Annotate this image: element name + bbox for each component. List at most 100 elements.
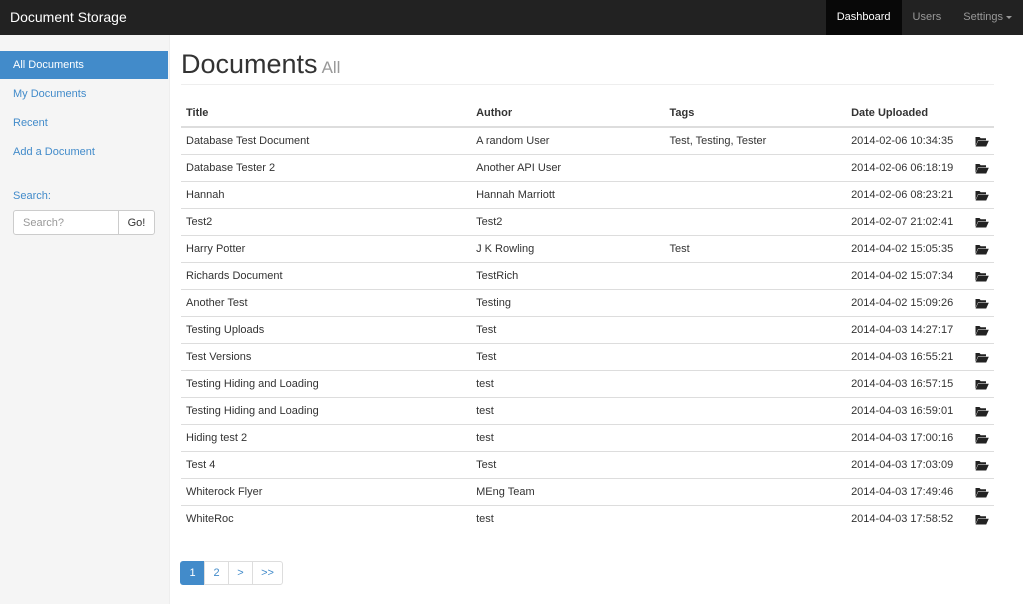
folder-open-icon[interactable] xyxy=(975,271,989,282)
cell-actions xyxy=(969,316,994,344)
table-row[interactable]: Database Tester 2 Another API User 2014-02… xyxy=(181,154,994,182)
cell-title: Hiding test 2 xyxy=(181,424,472,452)
folder-open-icon[interactable] xyxy=(975,163,989,174)
table-row[interactable]: Richards Document TestRich 2014-04-02 15:0… xyxy=(181,262,994,290)
cell-title: Test Versions xyxy=(181,343,472,371)
cell-author: Hannah Marriott xyxy=(471,181,665,209)
folder-open-icon[interactable] xyxy=(975,433,989,444)
top-navbar: Document Storage Dashboard Users Setting… xyxy=(0,0,1023,35)
folder-open-icon[interactable] xyxy=(975,298,989,309)
cell-title: Hannah xyxy=(181,181,472,209)
cell-tags xyxy=(664,424,847,452)
top-nav: Dashboard Users Settings xyxy=(825,0,1023,35)
table-row[interactable]: WhiteRoc test 2014-04-03 17:58:52 xyxy=(181,505,994,532)
table-row[interactable]: Another Test Testing 2014-04-02 15:09:26 xyxy=(181,289,994,317)
cell-tags xyxy=(664,154,847,182)
cell-title: Database Tester 2 xyxy=(181,154,472,182)
last-page-button[interactable]: >> xyxy=(252,561,283,585)
cell-actions xyxy=(969,181,994,209)
cell-tags xyxy=(664,208,847,236)
page-title: Documents xyxy=(181,49,318,79)
cell-title: Test2 xyxy=(181,208,472,236)
cell-title: Harry Potter xyxy=(181,235,472,263)
table-row[interactable]: Test2 Test2 2014-02-07 21:02:41 xyxy=(181,208,994,236)
search-input[interactable] xyxy=(13,210,119,235)
folder-open-icon[interactable] xyxy=(975,325,989,336)
folder-open-icon[interactable] xyxy=(975,379,989,390)
cell-date-uploaded: 2014-04-02 15:05:35 xyxy=(846,235,970,263)
cell-actions xyxy=(969,289,994,317)
sidebar: All Documents My Documents Recent Add a … xyxy=(0,35,170,604)
table-row[interactable]: Hiding test 2 test 2014-04-03 17:00:16 xyxy=(181,424,994,452)
cell-tags xyxy=(664,343,847,371)
cell-date-uploaded: 2014-04-03 17:49:46 xyxy=(846,478,970,506)
table-row[interactable]: Testing Hiding and Loading test 2014-04-03… xyxy=(181,370,994,398)
nav-dashboard[interactable]: Dashboard xyxy=(825,0,902,35)
cell-title: Testing Hiding and Loading xyxy=(181,397,472,425)
table-body: Database Test Document A random User Test,… xyxy=(181,127,994,532)
cell-title: Database Test Document xyxy=(186,135,310,147)
sidebar-item-recent[interactable]: Recent xyxy=(0,109,168,137)
table-row[interactable]: Whiterock Flyer MEng Team 2014-04-03 17:49… xyxy=(181,478,994,506)
page-2-button[interactable]: 2 xyxy=(204,561,229,585)
folder-open-icon[interactable] xyxy=(975,244,989,255)
cell-date-uploaded: 2014-04-03 17:00:16 xyxy=(846,424,970,452)
folder-open-icon[interactable] xyxy=(975,190,989,201)
cell-actions xyxy=(969,154,994,182)
cell-date-uploaded: 2014-04-03 16:57:15 xyxy=(846,370,970,398)
cell-title: Testing Uploads xyxy=(181,316,472,344)
cell-date-uploaded: 2014-04-03 16:55:21 xyxy=(846,343,970,371)
folder-open-icon[interactable] xyxy=(975,217,989,228)
folder-open-icon[interactable] xyxy=(975,136,989,147)
cell-tags xyxy=(664,397,847,425)
table-row[interactable]: Testing Hiding and Loading test 2014-04-03… xyxy=(181,397,994,425)
column-header-title: Title xyxy=(181,100,472,128)
cell-actions xyxy=(969,208,994,236)
nav-settings[interactable]: Settings xyxy=(952,0,1023,35)
table-row[interactable]: Test 4 Test 2014-04-03 17:03:09 xyxy=(181,451,994,479)
cell-author: Test xyxy=(471,316,665,344)
cell-author: A random User xyxy=(476,135,550,147)
folder-open-icon[interactable] xyxy=(975,460,989,471)
folder-open-icon[interactable] xyxy=(975,514,989,525)
table-row[interactable]: Harry Potter J K Rowling Test 2014-04-02 15… xyxy=(181,235,994,263)
folder-open-icon[interactable] xyxy=(975,406,989,417)
cell-actions xyxy=(969,235,994,263)
table-header-row: Title Author Tags Date Uploaded xyxy=(181,100,994,128)
column-header-tags: Tags xyxy=(664,100,847,128)
cell-actions xyxy=(969,505,994,532)
search-go-button[interactable]: Go! xyxy=(118,210,155,235)
cell-author: test xyxy=(471,397,665,425)
cell-date-uploaded: 2014-04-03 14:27:17 xyxy=(846,316,970,344)
caret-down-icon xyxy=(1006,15,1012,19)
sidebar-item-all-documents[interactable]: All Documents xyxy=(0,51,168,79)
table-row[interactable]: Hannah Hannah Marriott 2014-02-06 08:23:21 xyxy=(181,181,994,209)
cell-date-uploaded: 2014-02-07 21:02:41 xyxy=(846,208,970,236)
cell-tags xyxy=(664,316,847,344)
next-page-button[interactable]: > xyxy=(228,561,253,585)
cell-date-uploaded: 2014-04-03 16:59:01 xyxy=(846,397,970,425)
brand-link[interactable]: Document Storage xyxy=(10,0,127,35)
cell-date-uploaded: 2014-04-02 15:09:26 xyxy=(846,289,970,317)
page-1-button[interactable]: 1 xyxy=(180,561,205,585)
cell-actions xyxy=(969,343,994,371)
cell-author: test xyxy=(471,370,665,398)
page-header: Documents All xyxy=(181,46,994,85)
folder-open-icon[interactable] xyxy=(975,487,989,498)
column-header-date-uploaded: Date Uploaded xyxy=(846,100,970,128)
sidebar-item-add-document[interactable]: Add a Document xyxy=(0,138,168,166)
table-row[interactable]: Test Versions Test 2014-04-03 16:55:21 xyxy=(181,343,994,371)
table-row[interactable]: Testing Uploads Test 2014-04-03 14:27:17 xyxy=(181,316,994,344)
cell-author: test xyxy=(471,424,665,452)
cell-author: Testing xyxy=(471,289,665,317)
table-row[interactable]: Database Test Document A random User Test,… xyxy=(181,127,994,155)
nav-users[interactable]: Users xyxy=(902,0,953,35)
cell-author: test xyxy=(471,505,665,532)
sidebar-item-my-documents[interactable]: My Documents xyxy=(0,80,168,108)
search-label: Search: xyxy=(13,190,51,202)
cell-tags: Test, Testing, Tester xyxy=(669,135,767,147)
pagination: 1 2 > >> xyxy=(180,561,283,585)
cell-title: Richards Document xyxy=(181,262,472,290)
cell-tags xyxy=(664,505,847,532)
folder-open-icon[interactable] xyxy=(975,352,989,363)
